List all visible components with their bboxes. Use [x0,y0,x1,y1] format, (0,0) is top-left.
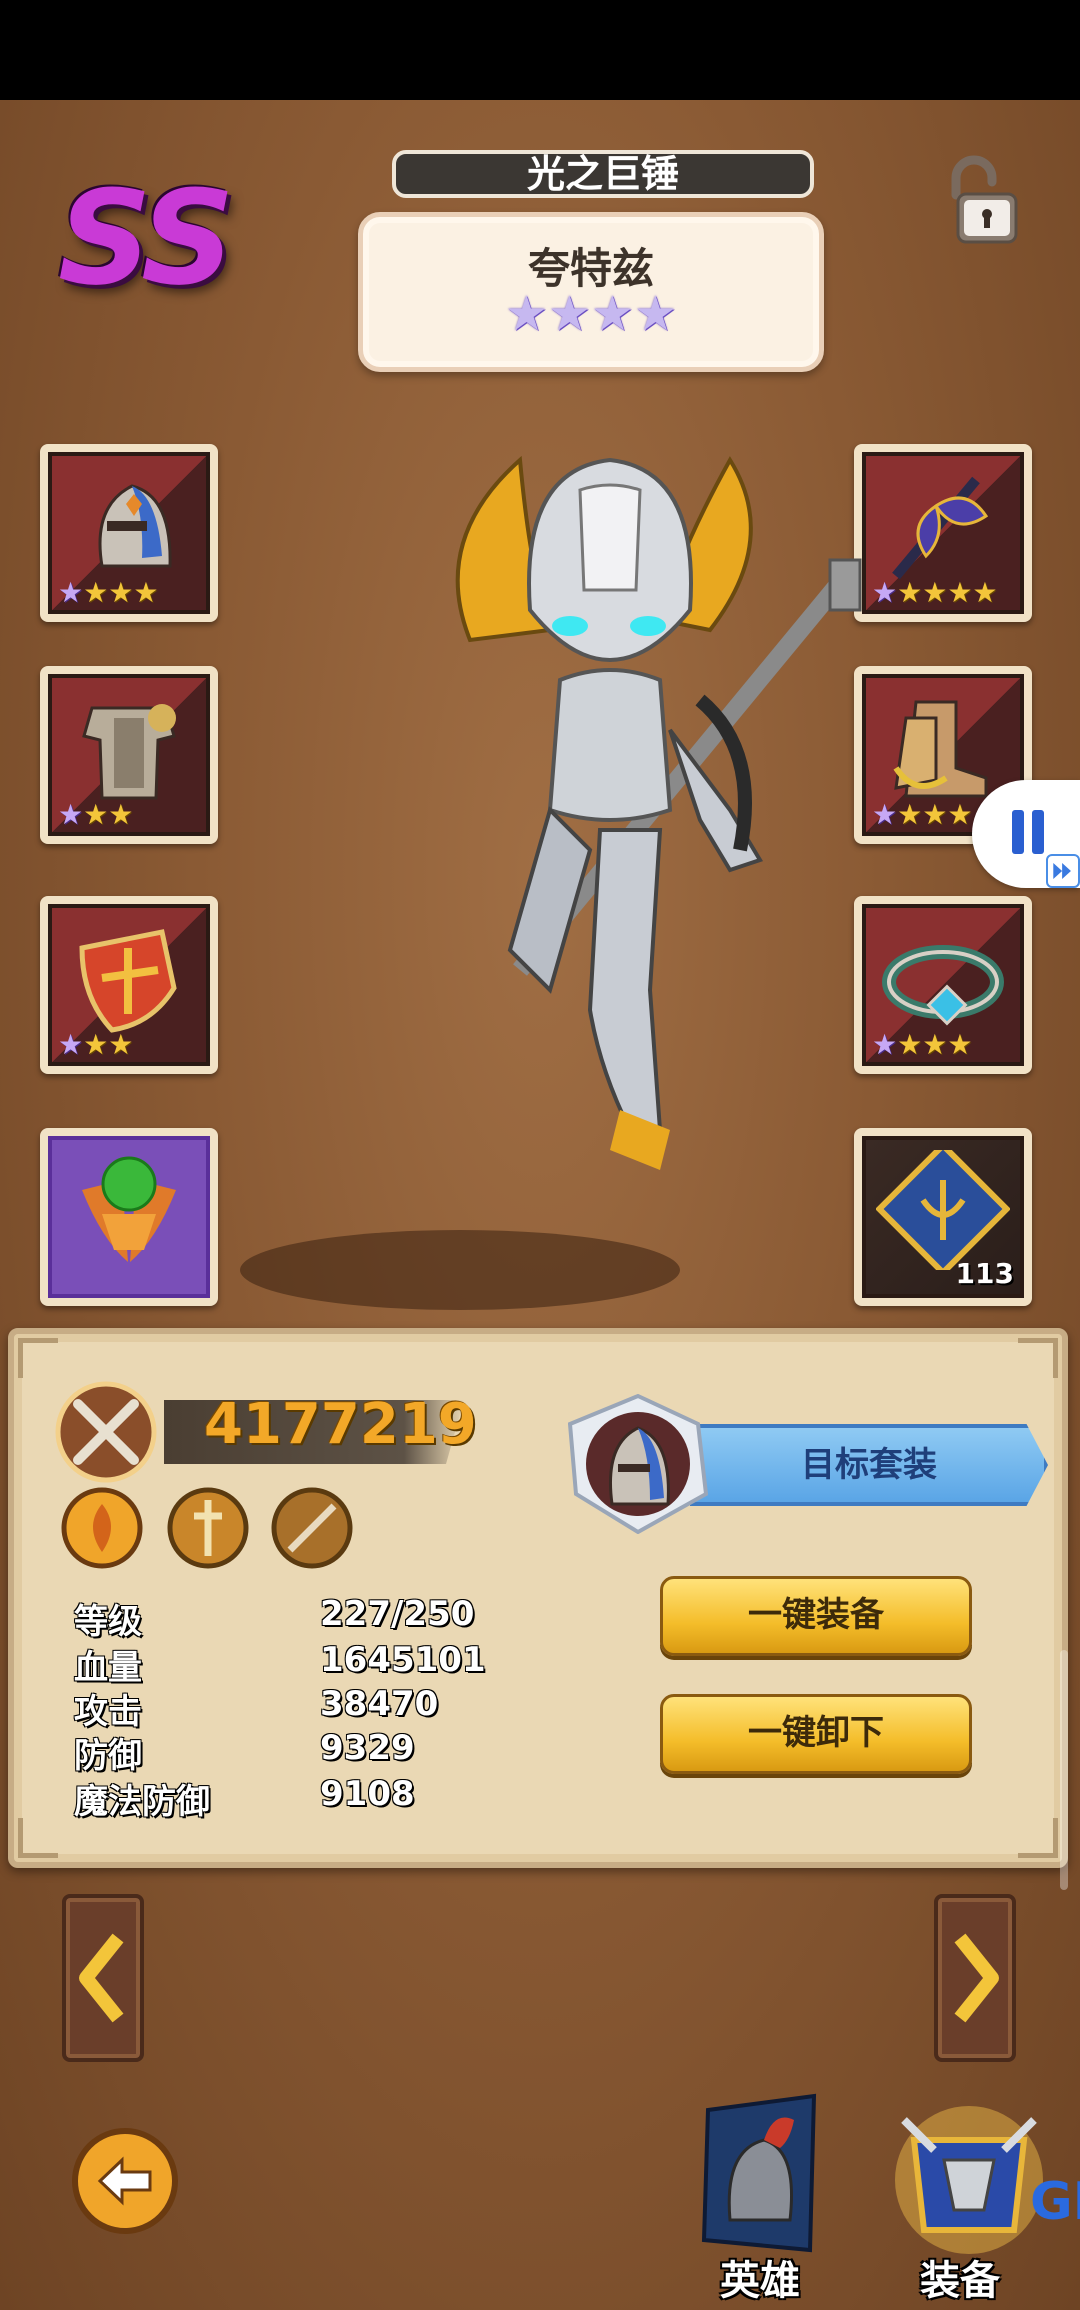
armor-icon [82,704,176,800]
equip-slot-emblem[interactable] [40,1128,218,1306]
weapon-title: 光之巨锤 [392,150,814,198]
axe-icon [892,476,989,580]
equipment-tab-icon[interactable] [884,2100,1054,2260]
stat-label: 攻击 [74,1692,142,1732]
rune-count: 113 [955,1257,1014,1290]
sword-skill-icon[interactable] [166,1486,250,1570]
slot-stars: ★★★ [58,1028,134,1061]
crossed-swords-icon [55,1381,157,1483]
slot-stars: ★★★★ [58,576,159,609]
prev-hero-button[interactable] [62,1894,144,2062]
hero-tab-icon[interactable] [694,2090,824,2260]
stat-row-attack: 攻击 38470 [74,1684,494,1732]
stat-row-hp: 血量 1645101 [74,1640,494,1688]
star-icon: ★ [547,286,591,342]
back-button[interactable] [70,2126,180,2236]
target-set-button[interactable]: 目标套装 [690,1424,1048,1506]
hero-star-rating: ★★★★ [363,289,819,339]
equip-slot-helmet[interactable]: ★★★★ [40,444,218,622]
emblem-icon [82,1156,176,1262]
equip-slot-rune[interactable]: 113 [854,1128,1032,1306]
stat-label: 魔法防御 [74,1782,210,1822]
hero-character [455,455,862,1170]
chevron-right-icon [954,1933,999,2023]
combat-power: 4177219 [204,1392,477,1457]
helmet-icon [98,484,172,568]
stat-label: 等级 [74,1602,142,1642]
star-icon: ★ [504,286,548,342]
stat-value: 9108 [320,1774,415,1814]
stat-row-level: 等级 227/250 [74,1594,494,1642]
stat-value: 1645101 [320,1640,486,1680]
chevron-left-icon [79,1933,124,2023]
hero-shadow [240,1230,680,1310]
rune-icon [876,1150,1010,1270]
unlock-icon[interactable] [928,150,1028,250]
blade-skill-icon[interactable] [270,1486,354,1570]
boots-icon [893,700,988,798]
slot-stars: ★★★★ [872,1028,973,1061]
unequip-all-button[interactable]: 一键卸下 [660,1694,972,1774]
hero-avatar[interactable] [568,1394,708,1534]
scrollbar[interactable] [1060,1650,1068,1890]
status-bar [0,0,1080,100]
equip-slot-axe[interactable]: ★★★★★ [854,444,1032,622]
pause-icon [1012,810,1024,854]
star-icon: ★ [591,286,635,342]
next-hero-button[interactable] [934,1894,1016,2062]
stat-label: 血量 [74,1648,142,1688]
stat-value: 227/250 [320,1594,475,1634]
star-icon: ★ [634,286,678,342]
stat-label: 防御 [74,1736,142,1776]
fast-forward-icon[interactable] [1046,854,1080,888]
stat-row-defense: 防御 9329 [74,1728,494,1776]
shield-icon [79,929,177,1033]
stat-row-magic-defense: 魔法防御 9108 [74,1774,494,1822]
equip-slot-shield[interactable]: ★★★ [40,896,218,1074]
slot-stars: ★★★★★ [872,576,998,609]
slot-stars: ★★★★ [872,798,973,831]
belt-icon [882,945,1004,1026]
fire-skill-icon[interactable] [60,1486,144,1570]
equip-all-button[interactable]: 一键装备 [660,1576,972,1656]
hero-name-card: 夸特兹 ★★★★ [358,212,824,372]
equip-slot-armor[interactable]: ★★★ [40,666,218,844]
slot-stars: ★★★ [58,798,134,831]
rank-badge: SS [58,162,235,314]
watermark: GH [1030,2172,1080,2232]
stat-value: 9329 [320,1728,415,1768]
equip-slot-belt[interactable]: ★★★★ [854,896,1032,1074]
stat-value: 38470 [320,1684,439,1724]
hero-tab-label[interactable]: 英雄 [720,2248,800,2306]
equipment-tab-label[interactable]: 装备 [920,2248,1000,2306]
